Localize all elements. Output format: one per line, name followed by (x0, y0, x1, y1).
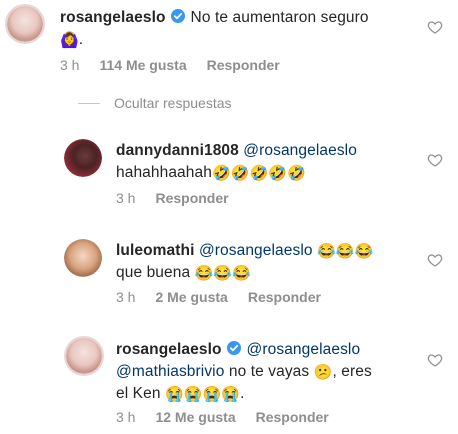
reply-3-text-d: . (240, 385, 245, 402)
reply-1-username[interactable]: dannydanni1808 (116, 142, 239, 159)
reply-3-mention-2[interactable]: @mathiasbrivio (116, 363, 224, 380)
comment-emoji: 🙆‍♀️ (60, 32, 79, 49)
verified-badge-icon (170, 9, 185, 23)
avatar-image (7, 6, 43, 42)
avatar-rosangelaeslo[interactable] (64, 336, 104, 376)
reply-1-line-2: hahahhaahah🤣🤣🤣🤣🤣 (116, 163, 306, 182)
reply-3-line-3: el Ken 😭😭😭😭. (116, 384, 245, 403)
reply-2-time: 3 h (116, 289, 136, 305)
reply-3-meta: 3 h 12 Me gusta Responder (116, 409, 349, 425)
reply-3-emoji-a: 😕 (313, 364, 333, 381)
heart-icon[interactable] (427, 19, 443, 35)
reply-3-emojis-c: 😭😭😭😭 (164, 386, 241, 403)
comment-line-2: 🙆‍♀️. (60, 31, 84, 49)
reply-1-emojis: 🤣🤣🤣🤣🤣 (211, 165, 306, 182)
reply-3-likes[interactable]: 12 Me gusta (155, 409, 235, 425)
avatar-dannydanni1808[interactable] (64, 139, 102, 177)
reply-2-likes[interactable]: 2 Me gusta (155, 289, 227, 305)
reply-3-line-1: rosangelaeslo @rosangelaeslo (116, 340, 360, 359)
hide-replies-toggle[interactable]: Ocultar respuestas (78, 95, 232, 111)
reply-1-text: hahahhaahah (116, 164, 212, 181)
heart-icon[interactable] (427, 252, 443, 268)
reply-1-reply-button[interactable]: Responder (155, 190, 228, 206)
comment-username[interactable]: rosangelaeslo (60, 9, 166, 26)
reply-3-time: 3 h (116, 409, 136, 425)
reply-3-text-c: el Ken (116, 385, 161, 402)
avatar-image (64, 139, 102, 177)
reply-2-reply-button[interactable]: Responder (248, 289, 321, 305)
reply-1-time: 3 h (116, 190, 136, 206)
hide-replies-label: Ocultar respuestas (114, 95, 232, 111)
reply-3-line-2: @mathiasbrivio no te vayas 😕, eres (116, 362, 372, 381)
reply-2-text: que buena (116, 264, 191, 281)
avatar-luleomathi[interactable] (64, 239, 102, 277)
reply-2-username[interactable]: luleomathi (116, 242, 195, 259)
divider-dash (78, 102, 100, 104)
reply-2-line-1: luleomathi @rosangelaeslo 😂😂😂 (116, 241, 373, 260)
heart-icon[interactable] (427, 152, 443, 168)
reply-1-line-1: dannydanni1808 @rosangelaeslo (116, 141, 357, 160)
comment-likes[interactable]: 114 Me gusta (99, 57, 186, 73)
reply-2-mention[interactable]: @rosangelaeslo (199, 242, 313, 259)
reply-2-line-2: que buena 😂😂😂 (116, 263, 251, 282)
comment-time: 3 h (60, 57, 80, 73)
comment-line-1: rosangelaeslo No te aumentaron seguro (60, 8, 369, 27)
verified-badge-icon (226, 341, 241, 355)
avatar-image (66, 338, 102, 374)
reply-3-username[interactable]: rosangelaeslo (116, 341, 222, 358)
avatar-image (64, 239, 102, 277)
reply-1-mention[interactable]: @rosangelaeslo (243, 142, 357, 159)
reply-1-meta: 3 h Responder (116, 190, 249, 206)
avatar-rosangelaeslo[interactable] (5, 4, 45, 44)
reply-3-reply-button[interactable]: Responder (256, 409, 329, 425)
reply-2-emojis-1: 😂😂😂 (317, 243, 374, 260)
comment-meta: 3 h 114 Me gusta Responder (60, 57, 300, 73)
comment-reply-button[interactable]: Responder (207, 57, 280, 73)
heart-icon[interactable] (427, 352, 443, 368)
reply-2-meta: 3 h 2 Me gusta Responder (116, 289, 341, 305)
comment-text: No te aumentaron seguro (190, 9, 369, 26)
reply-3-mention-1[interactable]: @rosangelaeslo (247, 341, 361, 358)
reply-3-text-b: , eres (332, 363, 372, 380)
reply-3-text-a: no te vayas (228, 363, 310, 380)
reply-2-emojis-2: 😂😂😂 (194, 265, 251, 282)
